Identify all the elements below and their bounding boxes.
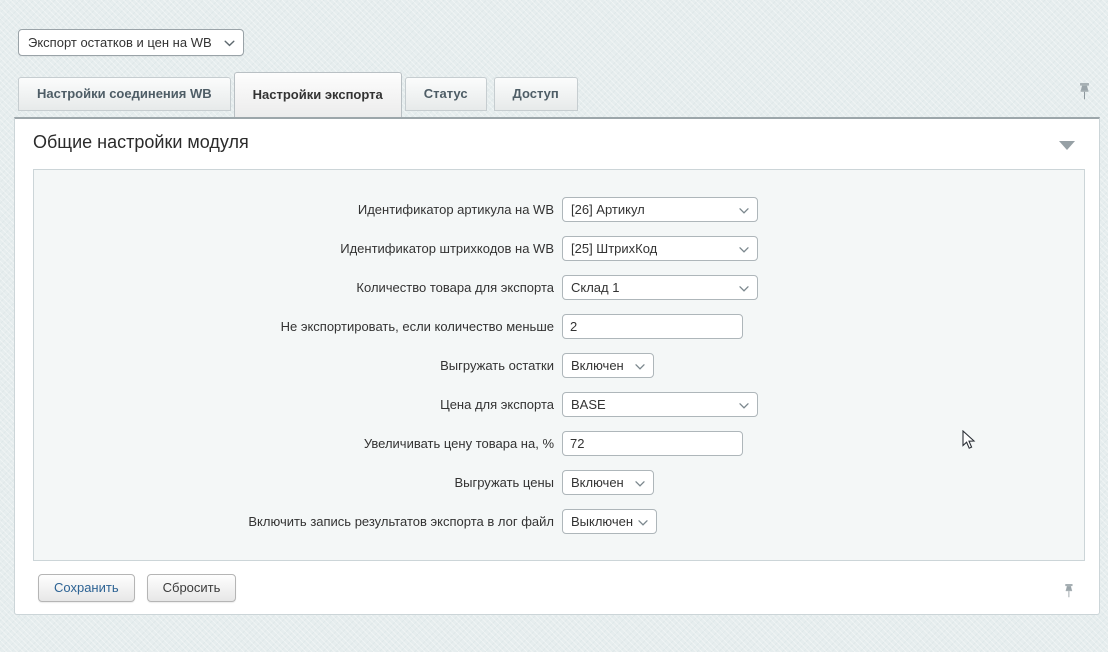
pushpin-icon[interactable]: [1076, 80, 1092, 107]
tab-access[interactable]: Доступ: [494, 77, 578, 111]
settings-panel: Общие настройки модуля Идентификатор арт…: [14, 117, 1100, 615]
form-row: Не экспортировать, если количество меньш…: [34, 307, 1084, 346]
field-label: Включить запись результатов экспорта в л…: [34, 514, 562, 529]
field-label: Идентификатор артикула на WB: [34, 202, 562, 217]
field-label: Выгружать остатки: [34, 358, 562, 373]
section-title: Общие настройки модуля: [33, 132, 249, 153]
tab-connection-settings[interactable]: Настройки соединения WB: [18, 77, 231, 111]
field-label: Количество товара для экспорта: [34, 280, 562, 295]
module-selector-value: Экспорт остатков и цен на WB: [28, 35, 212, 50]
page: Экспорт остатков и цен на WB Настройки с…: [0, 0, 1108, 652]
form-row: Идентификатор штрихкодов на WB [25] Штри…: [34, 229, 1084, 268]
collapse-triangle-icon[interactable]: [1059, 141, 1075, 150]
upload-stocks-select[interactable]: Включен: [562, 353, 654, 378]
field-label: Увеличивать цену товара на, %: [34, 436, 562, 451]
article-identifier-select[interactable]: [26] Артикул: [562, 197, 758, 222]
tab-status[interactable]: Статус: [405, 77, 487, 111]
min-quantity-threshold-input[interactable]: [562, 314, 743, 339]
price-increase-percent-input[interactable]: [562, 431, 743, 456]
export-price-type-select[interactable]: BASE: [562, 392, 758, 417]
log-export-results-select[interactable]: Выключен: [562, 509, 657, 534]
chevron-down-icon: [739, 241, 749, 256]
chevron-down-icon: [739, 397, 749, 412]
form-row: Цена для экспорта BASE: [34, 385, 1084, 424]
tab-export-settings[interactable]: Настройки экспорта: [234, 72, 402, 117]
form-row: Количество товара для экспорта Склад 1: [34, 268, 1084, 307]
form-row: Включить запись результатов экспорта в л…: [34, 502, 1084, 541]
upload-prices-select[interactable]: Включен: [562, 470, 654, 495]
chevron-down-icon: [635, 475, 645, 490]
form-row: Увеличивать цену товара на, %: [34, 424, 1084, 463]
form-row: Выгружать цены Включен: [34, 463, 1084, 502]
form-rows: Идентификатор артикула на WB [26] Артику…: [34, 190, 1084, 541]
form-row: Выгружать остатки Включен: [34, 346, 1084, 385]
chevron-down-icon: [224, 35, 235, 50]
chevron-down-icon: [739, 202, 749, 217]
field-label: Цена для экспорта: [34, 397, 562, 412]
field-label: Идентификатор штрихкодов на WB: [34, 241, 562, 256]
form-row: Идентификатор артикула на WB [26] Артику…: [34, 190, 1084, 229]
general-settings-form: Идентификатор артикула на WB [26] Артику…: [33, 169, 1085, 561]
form-actions: Сохранить Сбросить: [38, 574, 236, 602]
reset-button[interactable]: Сбросить: [147, 574, 237, 602]
barcode-identifier-select[interactable]: [25] ШтрихКод: [562, 236, 758, 261]
field-label: Выгружать цены: [34, 475, 562, 490]
module-selector-dropdown[interactable]: Экспорт остатков и цен на WB: [18, 29, 244, 56]
chevron-down-icon: [635, 358, 645, 373]
tab-bar: Настройки соединения WB Настройки экспор…: [14, 71, 1100, 117]
chevron-down-icon: [638, 514, 648, 529]
field-label: Не экспортировать, если количество меньш…: [34, 319, 562, 334]
pushpin-icon[interactable]: [1062, 581, 1075, 605]
export-quantity-source-select[interactable]: Склад 1: [562, 275, 758, 300]
save-button[interactable]: Сохранить: [38, 574, 135, 602]
chevron-down-icon: [739, 280, 749, 295]
